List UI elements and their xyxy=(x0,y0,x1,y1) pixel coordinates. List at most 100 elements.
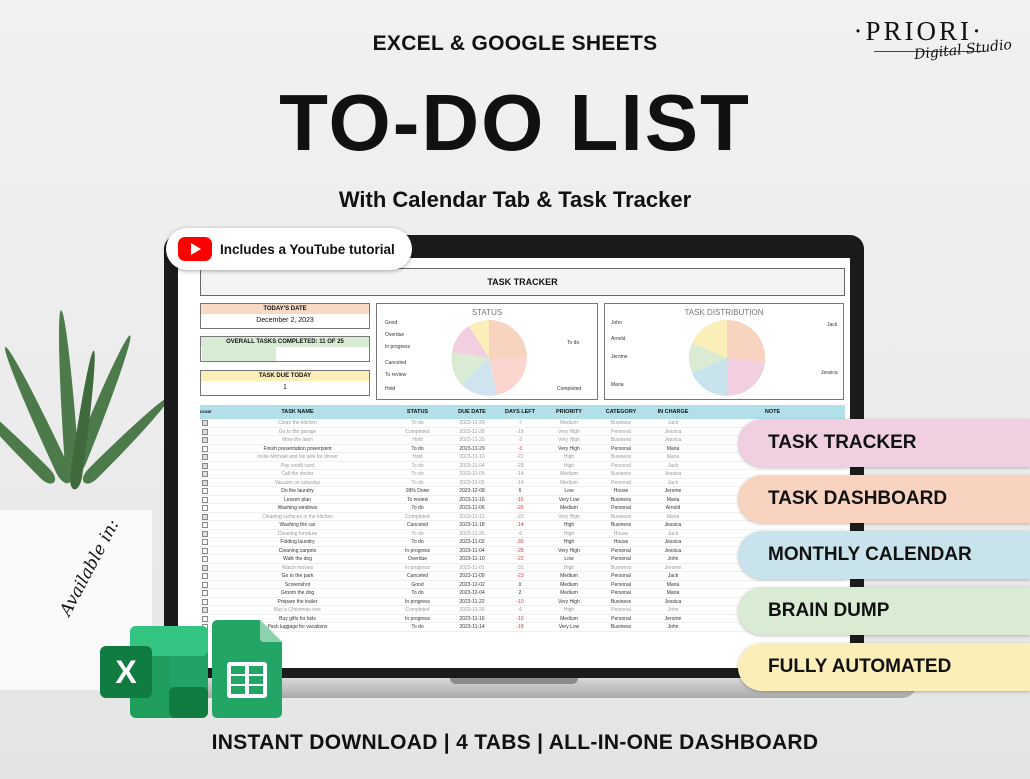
cell-days[interactable]: -18 xyxy=(498,623,542,632)
cell-category[interactable]: Personal xyxy=(596,581,646,590)
cell-due[interactable]: 2023-11-29 xyxy=(448,419,496,428)
done-checkbox[interactable] xyxy=(202,454,208,460)
cell-category[interactable]: Personal xyxy=(596,462,646,471)
cell-category[interactable]: Personal xyxy=(596,428,646,437)
cell-category[interactable]: Business xyxy=(596,521,646,530)
cell-priority[interactable]: Low xyxy=(544,487,594,496)
cell-category[interactable]: Personal xyxy=(596,572,646,581)
cell-priority[interactable]: High xyxy=(544,538,594,547)
cell-due[interactable]: 2023-11-05 xyxy=(448,470,496,479)
cell-priority[interactable]: Very High xyxy=(544,445,594,454)
cell-charge[interactable]: Maria xyxy=(648,453,698,462)
cell-charge[interactable]: Jessica xyxy=(648,470,698,479)
cell-charge[interactable]: Jerome xyxy=(648,615,698,624)
cell-days[interactable]: -6 xyxy=(498,530,542,539)
cell-category[interactable]: Business xyxy=(596,496,646,505)
cell-status[interactable]: In progress xyxy=(390,547,445,556)
cell-charge[interactable]: Jessica xyxy=(648,598,698,607)
done-checkbox[interactable] xyxy=(202,513,208,520)
cell-priority[interactable]: Low xyxy=(544,555,594,564)
cell-charge[interactable]: Maria xyxy=(648,445,698,454)
cell-due[interactable]: 2023-11-14 xyxy=(448,623,496,632)
done-checkbox[interactable] xyxy=(202,496,208,503)
cell-status[interactable]: In progress xyxy=(390,615,445,624)
cell-category[interactable]: Business xyxy=(596,623,646,632)
cell-due[interactable]: 2023-11-26 xyxy=(448,530,496,539)
cell-status[interactable]: To do xyxy=(390,589,445,598)
done-checkbox[interactable] xyxy=(202,615,208,622)
cell-status[interactable]: Completed xyxy=(390,428,445,437)
cell-category[interactable]: Personal xyxy=(596,547,646,556)
cell-due[interactable]: 2023-11-09 xyxy=(448,572,496,581)
cell-priority[interactable]: High xyxy=(544,606,594,615)
cell-due[interactable]: 2023-11-20 xyxy=(448,436,496,445)
cell-status[interactable]: Hold xyxy=(390,453,445,462)
cell-days[interactable]: -3 xyxy=(498,445,542,454)
cell-status[interactable]: Overdue xyxy=(390,555,445,564)
cell-status[interactable]: To do xyxy=(390,419,445,428)
cell-due[interactable]: 2023-11-04 xyxy=(448,462,496,471)
cell-priority[interactable]: Medium xyxy=(544,479,594,488)
done-checkbox[interactable] xyxy=(202,420,208,426)
done-checkbox[interactable] xyxy=(202,564,208,571)
cell-priority[interactable]: Medium xyxy=(544,419,594,428)
cell-charge[interactable]: Jack xyxy=(648,479,698,488)
cell-status[interactable]: To do xyxy=(390,504,445,513)
cell-charge[interactable]: Jessica xyxy=(648,521,698,530)
cell-charge[interactable]: John xyxy=(648,623,698,632)
done-checkbox[interactable] xyxy=(202,437,208,443)
cell-charge[interactable]: Jack xyxy=(648,572,698,581)
youtube-tutorial-badge[interactable]: Includes a YouTube tutorial xyxy=(166,228,412,270)
cell-days[interactable]: 2 xyxy=(498,589,542,598)
done-checkbox[interactable] xyxy=(202,547,208,554)
cell-days[interactable]: -28 xyxy=(498,547,542,556)
cell-category[interactable]: Personal xyxy=(596,479,646,488)
cell-status[interactable]: To do xyxy=(390,538,445,547)
cell-due[interactable]: 2023-11-12 xyxy=(448,513,496,522)
cell-due[interactable]: 2023-11-16 xyxy=(448,615,496,624)
cell-charge[interactable]: Arnold xyxy=(648,504,698,513)
cell-priority[interactable]: High xyxy=(544,453,594,462)
cell-days[interactable]: -3 xyxy=(498,436,542,445)
done-checkbox[interactable] xyxy=(202,573,208,579)
cell-charge[interactable]: Jack xyxy=(648,419,698,428)
cell-charge[interactable]: John xyxy=(648,555,698,564)
done-checkbox[interactable] xyxy=(202,488,208,494)
cell-status[interactable]: In progress xyxy=(390,564,445,573)
cell-priority[interactable]: Medium xyxy=(544,589,594,598)
done-checkbox[interactable] xyxy=(202,505,208,511)
cell-status[interactable]: To do xyxy=(390,479,445,488)
cell-status[interactable]: Completed xyxy=(390,513,445,522)
cell-priority[interactable]: Medium xyxy=(544,615,594,624)
done-checkbox[interactable] xyxy=(202,530,208,537)
done-checkbox[interactable] xyxy=(202,581,208,588)
cell-priority[interactable]: Medium xyxy=(544,581,594,590)
cell-days[interactable]: -6 xyxy=(498,606,542,615)
cell-charge[interactable]: Jessica xyxy=(648,538,698,547)
done-checkbox[interactable] xyxy=(202,479,208,486)
cell-days[interactable]: 6 xyxy=(498,487,542,496)
cell-days[interactable]: -19 xyxy=(498,428,542,437)
cell-charge[interactable]: Jerome xyxy=(648,564,698,573)
cell-days[interactable]: -16 xyxy=(498,615,542,624)
cell-category[interactable]: Business xyxy=(596,470,646,479)
done-checkbox[interactable] xyxy=(202,590,208,596)
cell-due[interactable]: 2023-11-18 xyxy=(448,521,496,530)
cell-due[interactable]: 2023-11-26 xyxy=(448,606,496,615)
cell-charge[interactable]: Maria xyxy=(648,581,698,590)
cell-status[interactable]: In progress xyxy=(390,598,445,607)
cell-status[interactable]: Hold xyxy=(390,436,445,445)
cell-status[interactable]: To do xyxy=(390,623,445,632)
done-checkbox[interactable] xyxy=(202,539,208,545)
cell-charge[interactable]: Jessica xyxy=(648,436,698,445)
cell-due[interactable]: 2023-11-10 xyxy=(448,555,496,564)
cell-status[interactable]: 99% Done xyxy=(390,487,445,496)
cell-due[interactable]: 2023-11-16 xyxy=(448,496,496,505)
cell-status[interactable]: Canceled xyxy=(390,521,445,530)
cell-priority[interactable]: High xyxy=(544,521,594,530)
cell-charge[interactable]: Jessica xyxy=(648,428,698,437)
cell-priority[interactable]: Medium xyxy=(544,572,594,581)
cell-charge[interactable]: Jerome xyxy=(648,487,698,496)
cell-priority[interactable]: Very High xyxy=(544,436,594,445)
cell-priority[interactable]: Very Low xyxy=(544,496,594,505)
